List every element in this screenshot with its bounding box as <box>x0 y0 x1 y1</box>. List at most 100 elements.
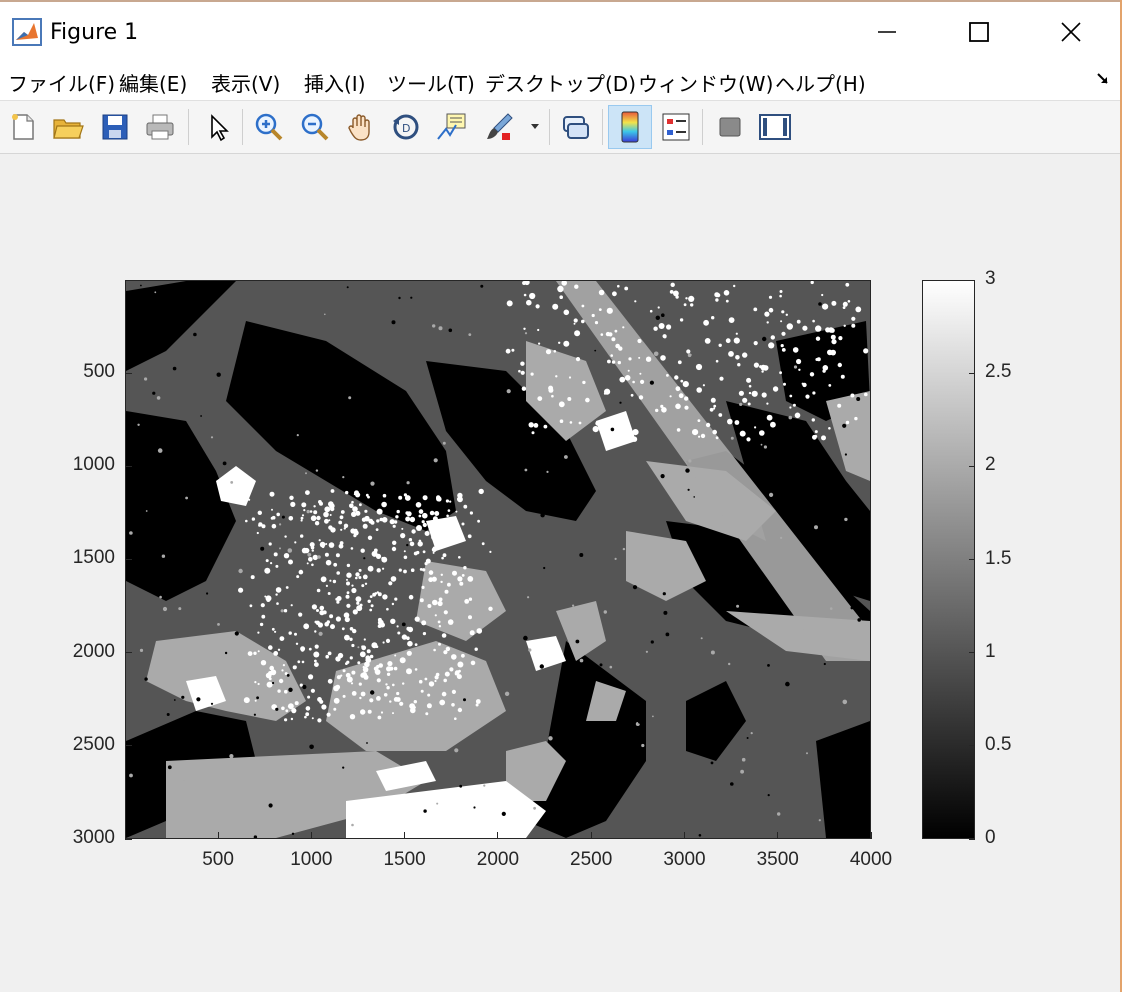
speckle <box>289 495 294 500</box>
link-plot-button[interactable] <box>556 107 596 147</box>
pan-button[interactable] <box>341 107 381 147</box>
speckle <box>415 697 418 700</box>
speckle <box>385 683 388 686</box>
speckle <box>796 319 801 324</box>
speckle <box>581 319 585 324</box>
menu-insert[interactable]: 挿入(I) <box>304 68 366 97</box>
show-plot-tools-button[interactable] <box>755 107 795 147</box>
speckle <box>437 620 441 624</box>
menu-tools[interactable]: ツール(T) <box>387 68 475 97</box>
speckle <box>395 515 399 519</box>
menu-desktop[interactable]: デスクトップ(D) <box>485 68 636 97</box>
speckle <box>830 334 836 340</box>
speckle <box>697 419 701 422</box>
speckle <box>449 405 454 410</box>
colorbar[interactable] <box>922 280 975 839</box>
speckle <box>362 523 368 529</box>
brush-button[interactable] <box>480 107 520 147</box>
speckle <box>181 695 185 699</box>
speckle <box>328 519 331 522</box>
open-file-button[interactable] <box>48 107 88 147</box>
speckle <box>137 423 140 426</box>
speckle <box>553 350 557 353</box>
speckle <box>666 324 672 330</box>
speckle <box>572 604 575 607</box>
speckle <box>167 765 172 770</box>
speckle <box>546 470 549 473</box>
speckle <box>405 516 411 522</box>
save-button[interactable] <box>95 107 135 147</box>
y-tick-mark <box>125 558 132 560</box>
speckle <box>422 522 427 528</box>
brush-dropdown-button[interactable] <box>524 107 546 147</box>
x-tick-label: 2500 <box>570 849 613 870</box>
speckle <box>785 681 790 687</box>
menu-help[interactable]: ヘルプ(H) <box>775 68 866 97</box>
minimize-icon <box>878 31 896 33</box>
speckle <box>375 528 379 531</box>
speckle <box>735 355 740 360</box>
speckle <box>735 332 738 335</box>
menu-file[interactable]: ファイル(F) <box>8 68 115 97</box>
speckle <box>739 430 746 437</box>
speckle <box>367 565 374 572</box>
speckle <box>809 372 815 377</box>
speckle <box>830 328 835 333</box>
window-title: Figure 1 <box>50 20 139 45</box>
speckle <box>700 637 703 640</box>
zoom-out-button[interactable] <box>295 107 335 147</box>
minimize-button[interactable] <box>842 4 932 60</box>
speckle <box>768 307 774 313</box>
hand-icon <box>348 114 370 141</box>
speckle <box>538 342 541 345</box>
speckle <box>433 648 436 652</box>
insert-legend-button[interactable] <box>656 107 696 147</box>
speckle <box>595 421 600 426</box>
speckle <box>291 832 295 835</box>
speckle <box>850 393 855 398</box>
dock-arrow-icon[interactable] <box>1096 72 1110 86</box>
speckle <box>703 319 709 326</box>
speckle <box>505 348 511 354</box>
menu-view[interactable]: 表示(V) <box>211 68 280 97</box>
edit-plot-button[interactable] <box>197 107 237 147</box>
speckle <box>410 568 415 572</box>
print-button[interactable] <box>140 107 180 147</box>
speckle <box>300 516 304 520</box>
speckle <box>340 528 343 531</box>
speckle <box>711 316 715 320</box>
speckle <box>318 539 321 542</box>
colorbar-tick-mark <box>969 279 975 281</box>
speckle <box>313 505 316 508</box>
rotate-3d-button[interactable]: D <box>386 107 426 147</box>
menu-edit[interactable]: 編集(E) <box>119 68 187 97</box>
speckle <box>413 700 417 704</box>
data-cursor-button[interactable] <box>432 107 472 147</box>
speckle <box>260 546 265 551</box>
speckle <box>523 635 528 641</box>
zoom-in-button[interactable] <box>249 107 289 147</box>
colorbar-tick-mark <box>969 838 975 840</box>
speckle <box>473 806 476 809</box>
maximize-button[interactable] <box>934 4 1024 60</box>
insert-colorbar-button[interactable] <box>608 105 652 149</box>
speckle <box>290 717 294 721</box>
speckle <box>261 614 266 619</box>
menu-window[interactable]: ウィンドウ(W) <box>638 68 773 97</box>
image-axes[interactable] <box>125 280 871 839</box>
speckle <box>321 428 324 431</box>
speckle <box>409 703 415 709</box>
speckle <box>672 560 675 564</box>
speckle <box>264 595 267 598</box>
speckle <box>606 307 613 314</box>
hide-plot-tools-button[interactable] <box>710 107 750 147</box>
speckle <box>677 360 682 365</box>
title-bar[interactable]: Figure 1 <box>0 2 1120 60</box>
speckle <box>390 576 397 582</box>
close-button[interactable] <box>1026 4 1116 60</box>
speckle <box>369 654 374 659</box>
speckle <box>687 488 690 491</box>
new-figure-button[interactable] <box>3 107 43 147</box>
speckle <box>309 744 314 750</box>
speckle <box>398 495 403 500</box>
